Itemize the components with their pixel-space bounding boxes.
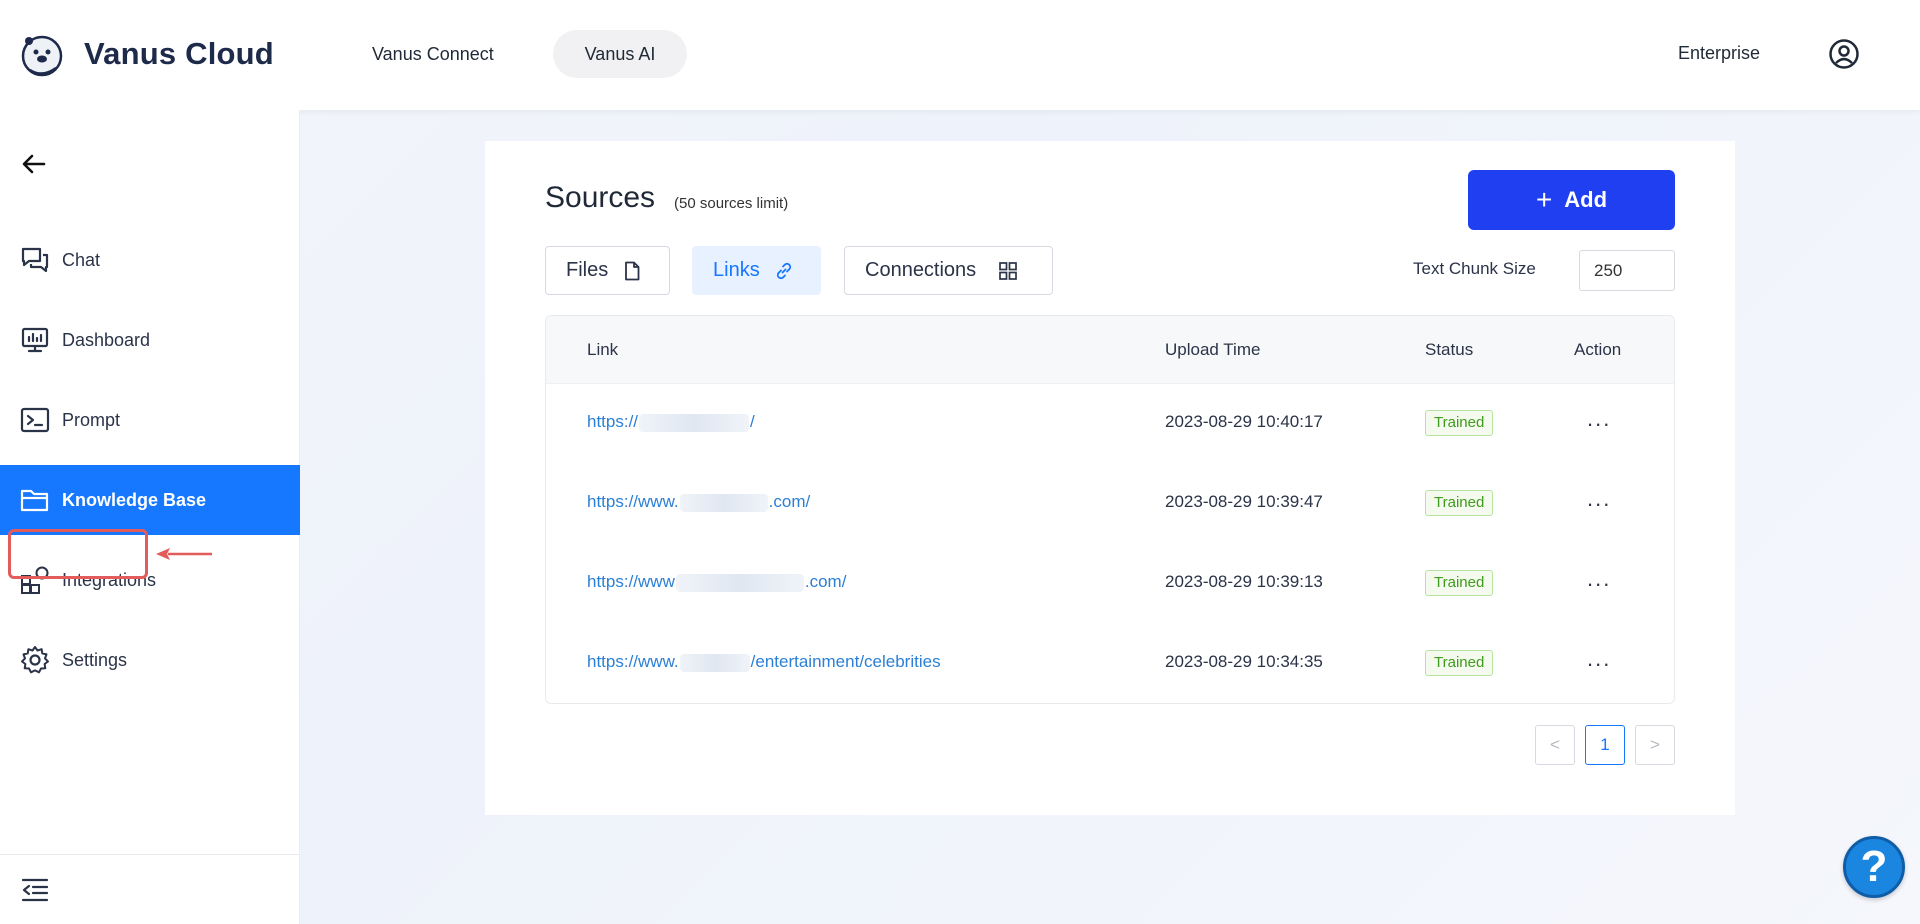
more-actions-button[interactable]: ...	[1587, 646, 1611, 672]
tab-links[interactable]: Links	[692, 246, 821, 295]
text-chunk-size-label: Text Chunk Size	[1413, 259, 1536, 278]
brand-name[interactable]: Vanus Cloud	[84, 36, 274, 72]
status-badge: Trained	[1425, 410, 1494, 436]
dashboard-icon	[20, 325, 50, 355]
otter-logo-icon[interactable]	[20, 32, 66, 78]
sources-card: Sources (50 sources limit) + Add Files L…	[485, 141, 1735, 815]
redacted-text	[675, 573, 804, 592]
link-prefix: https://	[587, 412, 639, 431]
sidebar-item-label: Chat	[62, 249, 101, 270]
column-header-status: Status	[1425, 340, 1474, 359]
top-header: Vanus Cloud Vanus Connect Vanus AI Enter…	[0, 0, 1920, 110]
help-button[interactable]: ?	[1843, 836, 1905, 898]
redacted-text	[679, 493, 768, 512]
more-actions-button[interactable]: ...	[1587, 486, 1611, 512]
link-prefix: https://www.	[587, 492, 679, 511]
source-link[interactable]: https:// /	[587, 412, 755, 432]
link-prefix: https://www.	[587, 652, 679, 671]
settings-highlight-box	[8, 529, 148, 579]
table-row: https:// / 2023-08-29 10:40:17 Trained ..…	[546, 384, 1674, 464]
more-actions-button[interactable]: ...	[1587, 566, 1611, 592]
nav-tab-vanus-connect[interactable]: Vanus Connect	[342, 30, 524, 78]
redacted-text	[639, 413, 750, 432]
nav-tab-vanus-ai[interactable]: Vanus AI	[553, 30, 687, 78]
sidebar-item-label: Dashboard	[62, 329, 151, 350]
upload-time: 2023-08-29 10:40:17	[1165, 412, 1323, 431]
link-prefix: https://www	[587, 572, 675, 591]
link-suffix: .com/	[768, 492, 811, 511]
column-header-action: Action	[1574, 340, 1622, 359]
upload-time: 2023-08-29 10:34:35	[1165, 652, 1323, 671]
file-icon	[622, 261, 642, 281]
sources-limit: (50 sources limit)	[674, 195, 789, 212]
sidebar-item-dashboard[interactable]: Dashboard	[0, 305, 300, 375]
terminal-icon	[20, 405, 50, 435]
collapse-menu-icon[interactable]	[20, 875, 50, 905]
sidebar-item-label: Knowledge Base	[62, 489, 207, 510]
plus-icon: +	[1535, 184, 1553, 215]
tab-label: Links	[713, 259, 760, 281]
source-link[interactable]: https://www. /entertainment/celebrities	[587, 652, 941, 672]
folder-icon	[20, 485, 50, 515]
annotation-arrow-icon	[156, 548, 212, 560]
back-arrow-icon[interactable]	[20, 150, 48, 178]
link-suffix: /entertainment/celebrities	[750, 652, 941, 671]
add-source-button[interactable]: + Add	[1468, 170, 1675, 230]
pagination-page-1[interactable]: 1	[1585, 725, 1625, 765]
table-row: https://www .com/ 2023-08-29 10:39:13 Tra…	[546, 544, 1674, 624]
status-badge: Trained	[1425, 570, 1494, 596]
table-row: https://www. /entertainment/celebrities 2…	[546, 624, 1674, 703]
sidebar-item-settings[interactable]: Settings	[0, 625, 300, 695]
link-suffix: .com/	[804, 572, 847, 591]
gear-icon	[20, 645, 50, 675]
redacted-text	[679, 653, 750, 672]
sidebar: Chat Dashboard Prompt Knowledge Base Int…	[0, 110, 300, 924]
tab-files[interactable]: Files	[545, 246, 670, 295]
table-header: Link Upload Time Status Action	[546, 316, 1674, 384]
status-badge: Trained	[1425, 490, 1494, 516]
tab-label: Connections	[865, 259, 977, 281]
column-header-link: Link	[587, 340, 619, 359]
sidebar-divider	[0, 854, 300, 855]
table-row: https://www. .com/ 2023-08-29 10:39:47 Tr…	[546, 464, 1674, 544]
chat-icon	[20, 245, 50, 275]
pagination-next-button[interactable]: >	[1635, 725, 1675, 765]
source-link[interactable]: https://www. .com/	[587, 492, 810, 512]
plan-label[interactable]: Enterprise	[1678, 43, 1760, 64]
sidebar-item-chat[interactable]: Chat	[0, 225, 300, 295]
upload-time: 2023-08-29 10:39:47	[1165, 492, 1323, 511]
tab-label: Files	[566, 259, 609, 281]
source-link[interactable]: https://www .com/	[587, 572, 846, 592]
sidebar-item-label: Prompt	[62, 409, 121, 430]
grid-icon	[998, 261, 1018, 281]
add-button-label: Add	[1564, 187, 1608, 212]
more-actions-button[interactable]: ...	[1587, 406, 1611, 432]
column-header-upload-time: Upload Time	[1165, 340, 1261, 359]
page-title: Sources	[545, 181, 656, 214]
sidebar-item-label: Settings	[62, 649, 128, 670]
link-icon	[774, 261, 794, 281]
pagination-prev-button[interactable]: <	[1535, 725, 1575, 765]
status-badge: Trained	[1425, 650, 1494, 676]
upload-time: 2023-08-29 10:39:13	[1165, 572, 1323, 591]
sources-table: Link Upload Time Status Action https:// /…	[545, 315, 1675, 704]
link-suffix: /	[750, 412, 755, 431]
user-circle-icon[interactable]	[1828, 38, 1860, 70]
sidebar-item-knowledge-base[interactable]: Knowledge Base	[0, 465, 300, 535]
text-chunk-size-input[interactable]: 250	[1579, 250, 1675, 291]
sidebar-item-prompt[interactable]: Prompt	[0, 385, 300, 455]
tab-connections[interactable]: Connections	[844, 246, 1053, 295]
